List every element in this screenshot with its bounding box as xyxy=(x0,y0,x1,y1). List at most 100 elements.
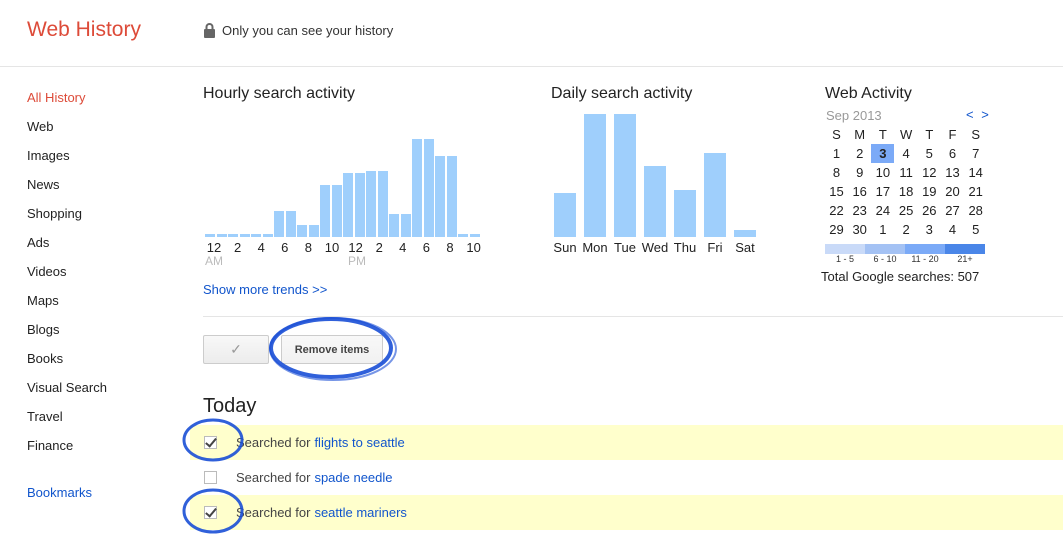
sidebar-item-ads[interactable]: Ads xyxy=(27,235,49,250)
sidebar-item-blogs[interactable]: Blogs xyxy=(27,322,60,337)
calendar-nav-arrows[interactable]: < > xyxy=(966,107,991,122)
calendar-day[interactable]: 2 xyxy=(895,220,918,239)
calendar-grid: S M T W T F S 1 2 3 4 5 6 7 8 9 10 11 12 13 14 15 16 17 18 19 20 21… xyxy=(825,125,990,240)
calendar-day[interactable]: 20 xyxy=(941,182,964,201)
sidebar-item-bookmarks[interactable]: Bookmarks xyxy=(27,485,92,500)
am-label: AM xyxy=(205,254,223,268)
calendar-day[interactable]: 19 xyxy=(918,182,941,201)
calendar-day[interactable]: 27 xyxy=(941,201,964,220)
calendar-day[interactable]: 28 xyxy=(964,201,987,220)
calendar-day[interactable]: 23 xyxy=(848,201,871,220)
sidebar-item-travel[interactable]: Travel xyxy=(27,409,63,424)
daily-day-label: Wed xyxy=(641,240,669,255)
hourly-bar xyxy=(205,234,215,237)
select-all-checkbox-button[interactable]: ✓ xyxy=(203,335,269,364)
calendar-day[interactable]: 9 xyxy=(848,163,871,182)
hourly-tick-label: 2 xyxy=(233,240,242,255)
calendar-weekday: T xyxy=(925,127,934,142)
calendar-day[interactable]: 11 xyxy=(895,163,918,182)
calendar-day[interactable]: 7 xyxy=(964,144,987,163)
hourly-bar xyxy=(274,211,284,237)
hourly-bar xyxy=(377,170,388,237)
search-query-link[interactable]: spade needle xyxy=(314,470,392,485)
calendar-day[interactable]: 22 xyxy=(825,201,848,220)
calendar-day[interactable]: 29 xyxy=(825,220,848,239)
hourly-tick-label: 4 xyxy=(257,240,265,255)
calendar-day[interactable]: 10 xyxy=(871,163,894,182)
calendar-day[interactable]: 4 xyxy=(941,220,964,239)
calendar-day[interactable]: 8 xyxy=(825,163,848,182)
calendar-day[interactable]: 18 xyxy=(895,182,918,201)
row-checkbox[interactable] xyxy=(204,436,217,449)
daily-bar xyxy=(734,229,756,237)
calendar-day[interactable]: 14 xyxy=(964,163,987,182)
row-checkbox[interactable] xyxy=(204,471,217,484)
app-title[interactable]: Web History xyxy=(27,18,141,42)
sidebar-item-images[interactable]: Images xyxy=(27,148,70,163)
hourly-bar xyxy=(412,138,422,237)
hourly-tick-label: 8 xyxy=(304,240,312,255)
daily-chart-title: Daily search activity xyxy=(551,85,693,102)
calendar-day[interactable]: 26 xyxy=(918,201,941,220)
calendar-day[interactable]: 25 xyxy=(895,201,918,220)
sidebar-item-shopping[interactable]: Shopping xyxy=(27,206,82,221)
daily-chart: Sun Mon Tue Wed Thu Fri Sat xyxy=(551,110,766,260)
row-checkbox[interactable] xyxy=(204,506,217,519)
sidebar-item-web[interactable]: Web xyxy=(27,119,54,134)
header-divider xyxy=(0,66,1063,67)
daily-bar xyxy=(584,114,606,237)
sidebar-item-visual-search[interactable]: Visual Search xyxy=(27,380,107,395)
sidebar-item-finance[interactable]: Finance xyxy=(27,438,73,453)
calendar-day[interactable]: 6 xyxy=(941,144,964,163)
daily-bar xyxy=(704,153,726,237)
sidebar-item-all-history[interactable]: All History xyxy=(27,90,86,105)
calendar-day[interactable]: 1 xyxy=(825,144,848,163)
sidebar-item-books[interactable]: Books xyxy=(27,351,63,366)
total-searches: Total Google searches: 507 xyxy=(821,269,980,284)
history-row: Searched for seattle mariners xyxy=(190,495,1063,530)
calendar-day[interactable]: 12 xyxy=(918,163,941,182)
calendar-day[interactable]: 30 xyxy=(848,220,871,239)
hourly-bar xyxy=(251,234,261,237)
hourly-bar xyxy=(423,138,434,237)
privacy-text: Only you can see your history xyxy=(222,23,394,38)
hourly-bar xyxy=(469,234,480,237)
legend-label: 1 - 5 xyxy=(835,254,854,264)
search-query-link[interactable]: seattle mariners xyxy=(314,505,406,520)
calendar-day[interactable]: 5 xyxy=(964,220,987,239)
calendar-day[interactable]: 17 xyxy=(871,182,894,201)
sidebar-item-news[interactable]: News xyxy=(27,177,60,192)
sidebar-item-videos[interactable]: Videos xyxy=(27,264,67,279)
calendar-day[interactable]: 5 xyxy=(918,144,941,163)
hourly-bar xyxy=(446,156,457,237)
search-query-link[interactable]: flights to seattle xyxy=(314,435,404,450)
calendar-day[interactable]: 3 xyxy=(871,144,895,163)
remove-items-button[interactable]: Remove items xyxy=(281,335,383,364)
legend-swatch xyxy=(865,244,905,254)
hourly-tick-label: 6 xyxy=(281,240,289,255)
calendar-day[interactable]: 16 xyxy=(848,182,871,201)
hourly-bar xyxy=(216,234,227,237)
calendar-day[interactable]: 2 xyxy=(848,144,871,163)
legend-label: 11 - 20 xyxy=(911,254,939,264)
lock-icon xyxy=(204,23,215,38)
calendar-day[interactable]: 13 xyxy=(941,163,964,182)
sidebar-item-maps[interactable]: Maps xyxy=(27,293,59,308)
hourly-bar xyxy=(435,156,445,237)
hourly-bar xyxy=(354,173,365,237)
calendar-day[interactable]: 24 xyxy=(871,201,894,220)
hourly-bar xyxy=(400,213,411,237)
calendar-day[interactable]: 1 xyxy=(871,220,894,239)
calendar-day[interactable]: 3 xyxy=(918,220,941,239)
calendar-day[interactable]: 4 xyxy=(895,144,918,163)
calendar-day[interactable]: 21 xyxy=(964,182,987,201)
show-more-trends-link[interactable]: Show more trends >> xyxy=(203,282,327,297)
hourly-chart: 12 2 4 6 8 10 12 2 4 6 8 10 AM PM xyxy=(203,110,493,270)
hourly-tick-label: 12 xyxy=(206,240,222,255)
hourly-tick-label: 10 xyxy=(466,240,481,255)
hourly-bar xyxy=(366,170,376,237)
daily-day-label: Sun xyxy=(553,240,577,255)
calendar-day[interactable]: 15 xyxy=(825,182,848,201)
hourly-tick-label: 8 xyxy=(446,240,454,255)
history-row: Searched for flights to seattle xyxy=(190,425,1063,460)
